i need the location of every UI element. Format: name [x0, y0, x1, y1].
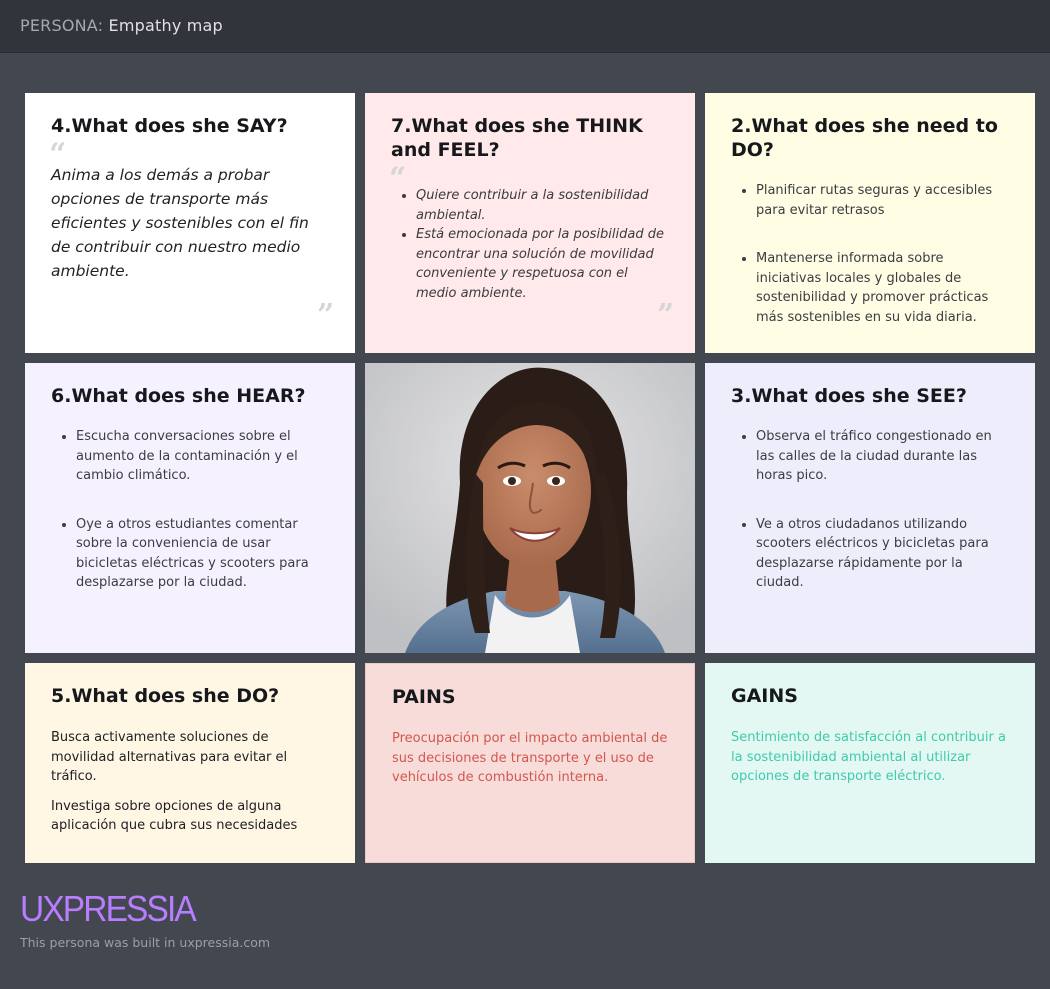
list-item: Oye a otros estudiantes comentar sobre l… [76, 515, 326, 593]
see-list: Observa el tráfico congestionado en las … [756, 427, 1006, 593]
page-title: PERSONA: Empathy map [20, 16, 223, 35]
card-need-title: 2.What does she need to DO? [731, 115, 998, 161]
page-title-name: Empathy map [108, 16, 223, 35]
card-do: 5.What does she DO? Busca activamente so… [25, 663, 355, 863]
list-item: Ve a otros ciudadanos utilizando scooter… [756, 515, 1006, 593]
list-item: Observa el tráfico congestionado en las … [756, 427, 1006, 486]
list-item: Está emocionada por la posibilidad de en… [416, 225, 671, 303]
card-do-title: 5.What does she DO? [51, 685, 280, 707]
list-item: Planificar rutas seguras y accesibles pa… [756, 181, 1006, 220]
say-quote-text: Anima a los demás a probar opciones de t… [51, 166, 309, 280]
card-gains: GAINS Sentimiento de satisfacción al con… [705, 663, 1035, 863]
list-item: Mantenerse informada sobre iniciativas l… [756, 249, 1006, 327]
card-say: 4.What does she SAY? “ Anima a los demás… [25, 93, 355, 353]
do-text: Busca activamente soluciones de movilida… [51, 728, 316, 836]
card-need-to-do: 2.What does she need to DO? Planificar r… [705, 93, 1035, 353]
card-see-title: 3.What does she SEE? [731, 385, 967, 407]
do-paragraph: Investiga sobre opciones de alguna aplic… [51, 798, 298, 834]
card-think-feel: 7.What does she THINK and FEEL? “ Quiere… [365, 93, 695, 353]
top-bar: PERSONA: Empathy map [0, 0, 1050, 53]
card-pains: PAINS Preocupación por el impacto ambien… [365, 663, 695, 863]
persona-photo [365, 363, 695, 653]
hear-list: Escucha conversaciones sobre el aumento … [76, 427, 326, 593]
need-list: Planificar rutas seguras y accesibles pa… [756, 181, 1006, 327]
close-quote-icon: ” [657, 298, 675, 333]
think-list: Quiere contribuir a la sostenibilidad am… [416, 186, 671, 303]
card-gains-title: GAINS [731, 685, 798, 707]
uxpressia-logo[interactable]: UXPRESSIA [20, 889, 197, 929]
gains-text: Sentimiento de satisfacción al contribui… [731, 730, 1006, 784]
list-item: Escucha conversaciones sobre el aumento … [76, 427, 326, 486]
card-say-title: 4.What does she SAY? [51, 115, 288, 137]
page-title-prefix: PERSONA: [20, 16, 104, 35]
card-hear-title: 6.What does she HEAR? [51, 385, 306, 407]
list-item: Quiere contribuir a la sostenibilidad am… [416, 186, 671, 225]
card-see: 3.What does she SEE? Observa el tráfico … [705, 363, 1035, 653]
card-pains-title: PAINS [392, 686, 456, 708]
pains-text: Preocupación por el impacto ambiental de… [392, 731, 668, 785]
persona-portrait-image [365, 363, 695, 653]
footer-note: This persona was built in uxpressia.com [20, 935, 271, 950]
close-quote-icon: ” [317, 298, 335, 333]
card-think-title: 7.What does she THINK and FEEL? [391, 115, 643, 161]
card-hear: 6.What does she HEAR? Escucha conversaci… [25, 363, 355, 653]
do-paragraph: Busca activamente soluciones de movilida… [51, 730, 288, 784]
